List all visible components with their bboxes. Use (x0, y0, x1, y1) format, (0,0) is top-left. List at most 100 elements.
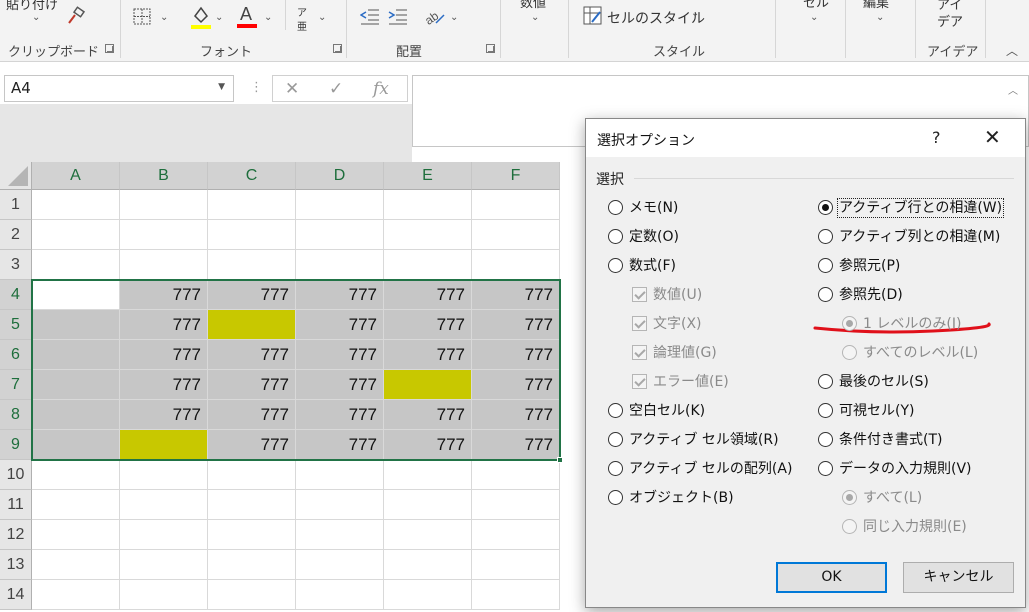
cell-c8[interactable]: 777 (208, 400, 296, 430)
editing-chevron-down-icon[interactable]: ⌄ (876, 12, 884, 23)
cell-a8[interactable] (32, 400, 120, 430)
left-option-7[interactable]: 空白セル(K) (608, 400, 705, 422)
cell-c4[interactable]: 777 (208, 280, 296, 310)
radio-icon[interactable] (818, 431, 833, 447)
cell-d9[interactable]: 777 (296, 430, 384, 460)
paste-chevron-down-icon[interactable]: ⌄ (32, 12, 40, 23)
formula-bar-grip-icon[interactable]: ⋮ (250, 80, 263, 95)
cell-c11[interactable] (208, 490, 296, 520)
row-header-8[interactable]: 8 (0, 400, 32, 430)
cell-b6[interactable]: 777 (120, 340, 208, 370)
row-header-10[interactable]: 10 (0, 460, 32, 490)
cell-b9[interactable] (120, 430, 208, 460)
cell-f6[interactable]: 777 (472, 340, 560, 370)
cells-chevron-down-icon[interactable]: ⌄ (810, 12, 818, 23)
left-option-0[interactable]: メモ(N) (608, 197, 678, 219)
insert-function-icon[interactable]: fx (373, 79, 389, 99)
cell-b7[interactable]: 777 (120, 370, 208, 400)
cell-a3[interactable] (32, 250, 120, 280)
cell-f2[interactable] (472, 220, 560, 250)
cell-c9[interactable]: 777 (208, 430, 296, 460)
cell-c10[interactable] (208, 460, 296, 490)
cell-a6[interactable] (32, 340, 120, 370)
radio-icon[interactable] (608, 257, 623, 273)
row-header-14[interactable]: 14 (0, 580, 32, 610)
radio-icon[interactable] (608, 228, 623, 244)
cell-f8[interactable]: 777 (472, 400, 560, 430)
cell-e3[interactable] (384, 250, 472, 280)
left-option-1[interactable]: 定数(O) (608, 226, 679, 248)
cell-c1[interactable] (208, 190, 296, 220)
select-all-button[interactable] (0, 162, 32, 190)
cell-b5[interactable]: 777 (120, 310, 208, 340)
row-header-1[interactable]: 1 (0, 190, 32, 220)
radio-icon[interactable] (818, 286, 833, 302)
cell-e14[interactable] (384, 580, 472, 610)
cell-a9[interactable] (32, 430, 120, 460)
column-header-a[interactable]: A (32, 162, 120, 190)
cell-b8[interactable]: 777 (120, 400, 208, 430)
cell-c5[interactable] (208, 310, 296, 340)
right-option-7[interactable]: 可視セル(Y) (818, 400, 914, 422)
radio-icon[interactable] (608, 431, 623, 447)
cell-f10[interactable] (472, 460, 560, 490)
orientation-chevron-down-icon[interactable]: ⌄ (450, 12, 458, 23)
cell-d11[interactable] (296, 490, 384, 520)
cell-b3[interactable] (120, 250, 208, 280)
fill-color-icon[interactable] (190, 4, 212, 34)
cancel-button[interactable]: キャンセル (903, 562, 1014, 593)
decrease-indent-icon[interactable] (359, 8, 380, 30)
cell-f4[interactable]: 777 (472, 280, 560, 310)
right-option-2[interactable]: 参照元(P) (818, 255, 900, 277)
cell-d14[interactable] (296, 580, 384, 610)
cell-f7[interactable]: 777 (472, 370, 560, 400)
font-color-chevron-down-icon[interactable]: ⌄ (264, 12, 272, 23)
cell-a10[interactable] (32, 460, 120, 490)
right-option-8[interactable]: 条件付き書式(T) (818, 429, 942, 451)
worksheet-grid[interactable]: A B C D E F 1 2 3 4 777 777 777 777 777 5 777 777 777 777 6 7… (0, 162, 590, 612)
cell-b10[interactable] (120, 460, 208, 490)
column-header-c[interactable]: C (208, 162, 296, 190)
row-header-12[interactable]: 12 (0, 520, 32, 550)
row-header-9[interactable]: 9 (0, 430, 32, 460)
left-option-10[interactable]: オブジェクト(B) (608, 487, 734, 509)
font-color-icon[interactable]: A (236, 2, 258, 34)
radio-icon[interactable] (608, 489, 623, 505)
font-launcher-icon[interactable] (333, 44, 342, 53)
cell-c7[interactable]: 777 (208, 370, 296, 400)
cell-c6[interactable]: 777 (208, 340, 296, 370)
cell-d3[interactable] (296, 250, 384, 280)
row-header-13[interactable]: 13 (0, 550, 32, 580)
cell-e6[interactable]: 777 (384, 340, 472, 370)
cell-c2[interactable] (208, 220, 296, 250)
cell-a4[interactable] (32, 280, 120, 310)
cells-button[interactable]: セル (803, 0, 829, 11)
right-option-1[interactable]: アクティブ列との相違(M) (818, 226, 1000, 248)
borders-chevron-down-icon[interactable]: ⌄ (160, 12, 168, 23)
cell-f1[interactable] (472, 190, 560, 220)
number-format-label[interactable]: 数値 (520, 0, 546, 11)
furigana-bottom[interactable]: 亜 (297, 18, 307, 33)
cell-a14[interactable] (32, 580, 120, 610)
help-icon[interactable]: ? (932, 128, 941, 147)
cell-e9[interactable]: 777 (384, 430, 472, 460)
radio-icon[interactable] (608, 460, 623, 476)
row-header-11[interactable]: 11 (0, 490, 32, 520)
cell-a13[interactable] (32, 550, 120, 580)
cancel-icon[interactable]: ✕ (285, 79, 299, 99)
cell-d4[interactable]: 777 (296, 280, 384, 310)
cell-e1[interactable] (384, 190, 472, 220)
cell-a7[interactable] (32, 370, 120, 400)
cell-e4[interactable]: 777 (384, 280, 472, 310)
orientation-icon[interactable]: ab (422, 6, 446, 30)
radio-icon[interactable] (608, 199, 623, 215)
ideas-button-bottom[interactable]: デア (937, 11, 963, 30)
cell-b13[interactable] (120, 550, 208, 580)
cell-d8[interactable]: 777 (296, 400, 384, 430)
radio-icon[interactable] (818, 460, 833, 476)
cell-d2[interactable] (296, 220, 384, 250)
radio-checked-icon[interactable] (818, 199, 833, 215)
number-chevron-down-icon[interactable]: ⌄ (531, 12, 539, 23)
cell-f9[interactable]: 777 (472, 430, 560, 460)
cell-f11[interactable] (472, 490, 560, 520)
